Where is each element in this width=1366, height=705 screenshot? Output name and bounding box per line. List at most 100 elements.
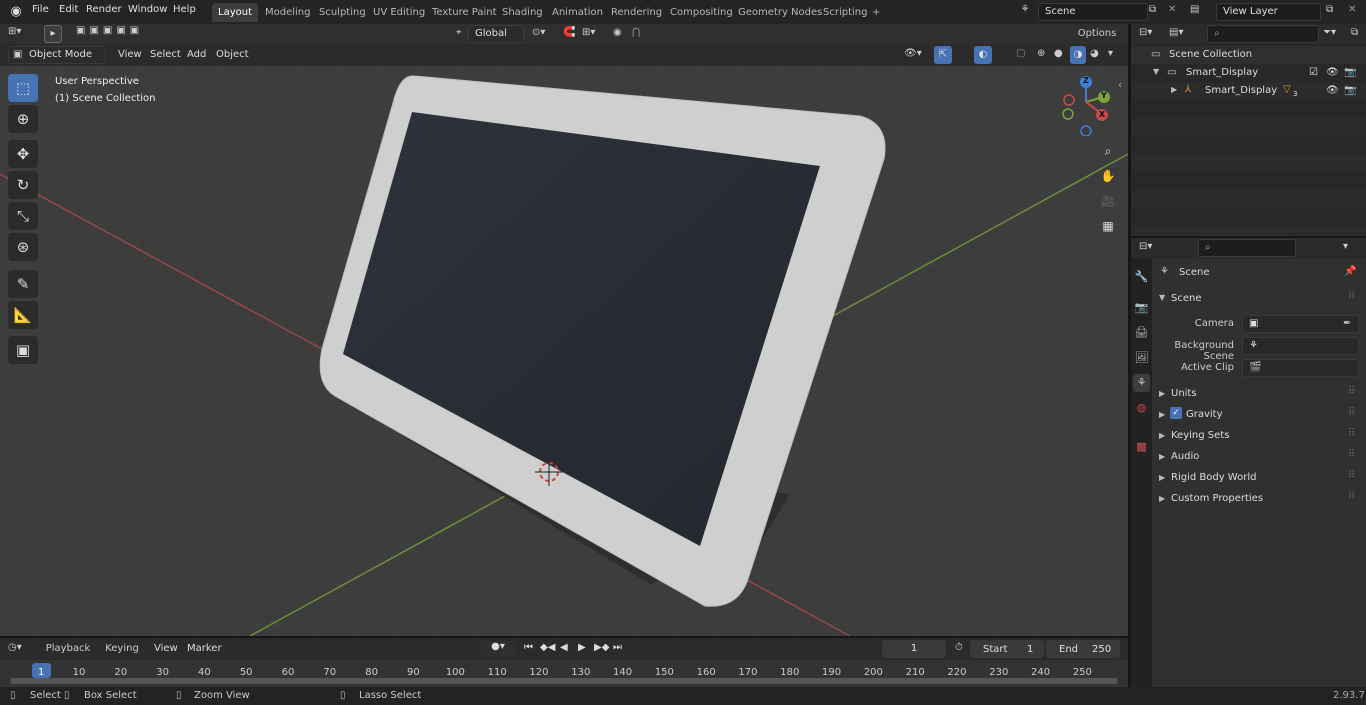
ortho-toggle-icon[interactable]: ▦ xyxy=(1097,215,1119,237)
rendered-shading-icon[interactable]: ◕ xyxy=(1090,48,1099,59)
keying-sets-drag-icon[interactable]: ⠿ xyxy=(1348,428,1355,439)
display-mode-icon[interactable]: ▤▾ xyxy=(1169,27,1183,38)
expand-object-icon[interactable]: ▶ xyxy=(1171,85,1177,94)
properties-search-field[interactable]: ⌕ xyxy=(1198,239,1296,257)
select-box-tool[interactable]: ⬚ xyxy=(8,74,38,102)
tab-animation[interactable]: Animation xyxy=(546,3,609,22)
audio-drag-icon[interactable]: ⠿ xyxy=(1348,449,1355,460)
timeline-editor-icon[interactable]: ◷▾ xyxy=(8,642,22,653)
play-icon[interactable]: ▶ xyxy=(578,642,586,653)
units-drag-icon[interactable]: ⠿ xyxy=(1348,386,1355,397)
custom-props-drag-icon[interactable]: ⠿ xyxy=(1348,491,1355,502)
view-layer-icon[interactable]: ▤ xyxy=(1190,4,1214,15)
properties-options-icon[interactable]: ▾ xyxy=(1343,241,1348,252)
scene-icon[interactable]: ⚘ xyxy=(1014,4,1036,20)
exclude-checkbox-icon[interactable]: ☑ xyxy=(1309,67,1318,78)
jump-keyframe-back-icon[interactable]: ◆◀ xyxy=(540,642,555,653)
tab-rendering[interactable]: Rendering xyxy=(605,3,668,22)
viewport-3d[interactable]: User Perspective (1) Scene Collection ⬚ … xyxy=(0,24,1128,636)
properties-editor-icon[interactable]: ⊟▾ xyxy=(1139,241,1152,252)
mode-dropdown[interactable]: Object Mode xyxy=(8,46,106,64)
gizmo-toggle-icon[interactable]: ⇱ xyxy=(934,46,952,64)
expand-collection-icon[interactable]: ▼ xyxy=(1153,67,1159,76)
panel-custom-properties[interactable]: ▶ Custom Properties ⠿ xyxy=(1154,490,1364,508)
outliner-search-field[interactable]: ⌕ xyxy=(1207,25,1319,43)
measure-tool[interactable]: 📐 xyxy=(8,301,38,329)
panel-gravity[interactable]: ▶ ✓ Gravity ⠿ xyxy=(1154,406,1364,424)
shading-options-icon[interactable]: ▾ xyxy=(1108,48,1113,59)
tab-shading[interactable]: Shading xyxy=(496,3,549,22)
blender-logo-icon[interactable]: ◉ xyxy=(8,4,24,20)
tab-sculpting[interactable]: Sculpting xyxy=(313,3,372,22)
gravity-checkbox[interactable]: ✓ xyxy=(1170,407,1182,419)
snap-target-icon[interactable]: ⊞▾ xyxy=(582,27,595,38)
tab-geometry-nodes[interactable]: Geometry Nodes xyxy=(732,3,828,22)
outliner-row-scene-collection[interactable]: ▭ Scene Collection xyxy=(1131,46,1366,64)
proportional-edit-icon[interactable]: ◉ xyxy=(613,27,622,38)
filter-icon[interactable]: ⏷▾ xyxy=(1323,27,1336,38)
camera-view-icon[interactable]: 🎥 xyxy=(1097,190,1119,212)
new-collection-icon[interactable]: ⧉ xyxy=(1351,27,1358,38)
scene-section-header[interactable]: ▼ Scene ⠿ xyxy=(1154,290,1364,308)
falloff-icon[interactable]: ⋂ xyxy=(632,27,640,38)
tab-scripting[interactable]: Scripting xyxy=(817,3,873,22)
timeline-scrollbar[interactable] xyxy=(10,678,1118,684)
tab-uv-editing[interactable]: UV Editing xyxy=(367,3,431,22)
material-shading-icon[interactable]: ◑ xyxy=(1070,46,1086,64)
preview-range-icon[interactable]: ⏱ xyxy=(955,642,963,653)
auto-keying-icon[interactable]: ●▾ xyxy=(481,641,515,657)
jump-keyframe-forward-icon[interactable]: ▶◆ xyxy=(594,642,609,653)
header-menu-add[interactable]: Add xyxy=(187,49,206,60)
object-render-camera-icon[interactable]: 📷 xyxy=(1344,85,1356,96)
rotate-tool[interactable]: ↻ xyxy=(8,171,38,199)
texture-tab-icon[interactable]: ▩ xyxy=(1133,438,1150,456)
playback-menu[interactable]: Playback xyxy=(40,640,96,658)
keying-menu[interactable]: Keying xyxy=(98,640,146,658)
play-reverse-icon[interactable]: ◀ xyxy=(560,642,568,653)
current-frame-field[interactable]: 1 xyxy=(882,640,946,658)
outliner-editor-icon[interactable]: ⊟▾ xyxy=(1139,27,1152,38)
panel-audio[interactable]: ▶ Audio ⠿ xyxy=(1154,448,1364,466)
orientation-dropdown[interactable]: Global xyxy=(468,25,524,43)
pivot-icon[interactable]: ⊙▾ xyxy=(532,27,545,38)
header-menu-view[interactable]: View xyxy=(118,49,142,60)
selection-mode-buttons[interactable]: ▣▣▣▣▣ xyxy=(76,25,162,43)
marker-menu[interactable]: Marker xyxy=(187,643,222,654)
scene-name-field[interactable]: Scene xyxy=(1038,3,1148,21)
outliner-empty-area[interactable] xyxy=(1131,100,1366,236)
active-clip-field[interactable]: 🎬 xyxy=(1242,359,1359,377)
render-tab-icon[interactable]: 📷 xyxy=(1133,299,1150,317)
scale-tool[interactable]: ⤡ xyxy=(8,202,38,230)
select-mode-icon[interactable]: ▸ xyxy=(44,25,62,43)
tab-modeling[interactable]: Modeling xyxy=(259,3,317,22)
header-menu-select[interactable]: Select xyxy=(150,49,181,60)
panel-rigid-body-world[interactable]: ▶ Rigid Body World ⠿ xyxy=(1154,469,1364,487)
tab-texture-paint[interactable]: Texture Paint xyxy=(426,3,503,22)
add-workspace-icon[interactable]: + xyxy=(866,3,886,22)
snap-icon[interactable]: 🧲 xyxy=(563,27,575,38)
add-cube-tool[interactable]: ▣ xyxy=(8,336,38,364)
outliner-row-collection[interactable]: ▼ ▭ Smart_Display ☑ 👁 📷 xyxy=(1131,64,1366,82)
editor-type-icon[interactable]: ⊞▾ xyxy=(8,26,34,42)
menu-window[interactable]: Window xyxy=(128,4,167,15)
tab-compositing[interactable]: Compositing xyxy=(664,3,739,22)
cursor-tool[interactable]: ⊕ xyxy=(8,105,38,133)
menu-render[interactable]: Render xyxy=(86,4,122,15)
view-layer-field[interactable]: View Layer xyxy=(1216,3,1321,21)
menu-edit[interactable]: Edit xyxy=(59,4,78,15)
jump-end-icon[interactable]: ⏭ xyxy=(613,642,622,653)
sidebar-expand-icon[interactable]: ‹ xyxy=(1118,80,1122,91)
end-frame-field[interactable]: End 250 xyxy=(1046,640,1120,658)
delete-view-layer-icon[interactable]: ✕ xyxy=(1348,4,1362,15)
panel-units[interactable]: ▶ Units ⠿ xyxy=(1154,385,1364,403)
drag-handle-icon[interactable]: ⠿ xyxy=(1348,291,1355,302)
zoom-view-icon[interactable]: ⌕ xyxy=(1097,140,1119,162)
object-hide-eye-icon[interactable]: 👁 xyxy=(1326,85,1339,96)
tool-tab-icon[interactable]: 🔧 xyxy=(1133,268,1150,286)
new-view-layer-icon[interactable]: ⧉ xyxy=(1326,4,1340,15)
hide-eye-icon[interactable]: 👁 xyxy=(1326,67,1339,78)
visibility-icon[interactable]: 👁▾ xyxy=(904,48,922,59)
new-scene-icon[interactable]: ⧉ xyxy=(1149,4,1163,15)
wireframe-shading-icon[interactable]: ⊕ xyxy=(1037,48,1045,59)
world-tab-icon[interactable]: ◍ xyxy=(1133,399,1150,417)
